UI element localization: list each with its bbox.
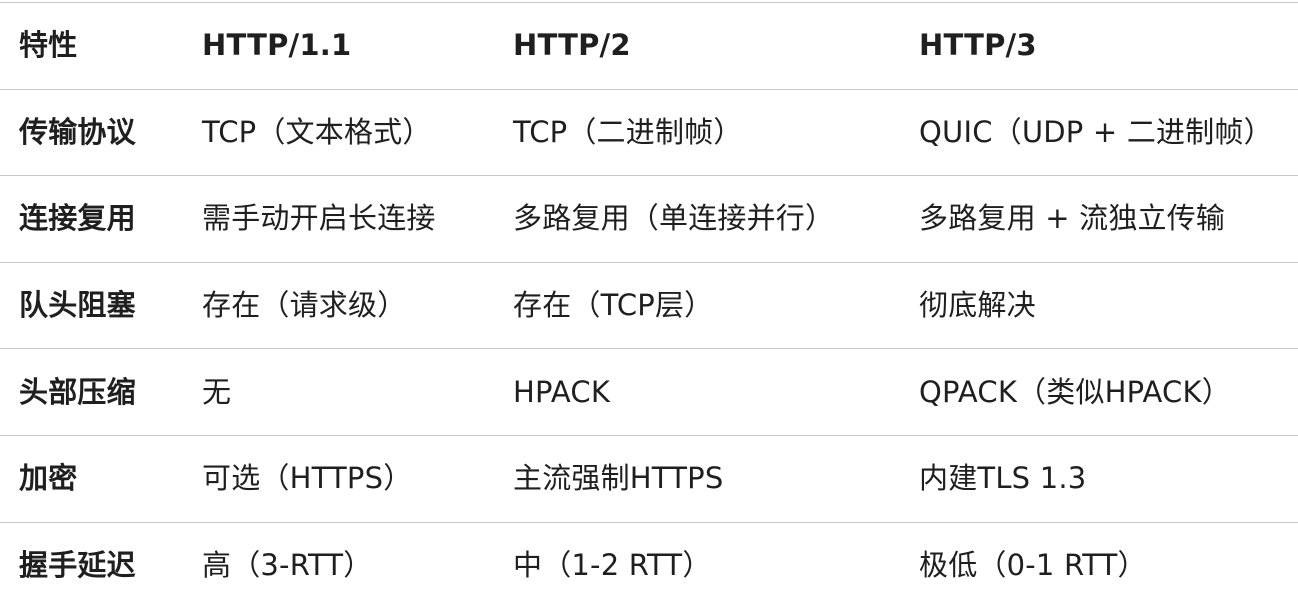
row-feature-cell: 握手延迟 [0,521,202,609]
table-row: 加密 可选（HTTPS） 主流强制HTTPS 内建TLS 1.3 [0,434,1298,523]
row-feature-cell: 头部压缩 [0,348,202,436]
http2-cell: 主流强制HTTPS [513,434,919,523]
http2-cell: 多路复用（单连接并行） [513,175,919,263]
http3-cell: 彻底解决 [919,261,1298,349]
row-feature-cell: 连接复用 [0,175,202,263]
http2-cell: 中（1-2 RTT） [513,521,919,609]
http2-cell: TCP（二进制帧） [513,88,919,176]
http1-cell: 存在（请求级） [202,261,513,349]
row-feature-cell: 加密 [0,434,202,523]
header-http3: HTTP/3 [919,2,1298,90]
row-feature-cell: 传输协议 [0,88,202,176]
header-feature: 特性 [0,2,202,90]
http3-cell: QPACK（类似HPACK） [919,348,1298,436]
header-http2: HTTP/2 [513,2,919,90]
http3-cell: QUIC（UDP + 二进制帧） [919,88,1298,176]
http1-cell: 无 [202,348,513,436]
http2-cell: 存在（TCP层） [513,261,919,349]
table-row: 连接复用 需手动开启长连接 多路复用（单连接并行） 多路复用 + 流独立传输 [0,175,1298,263]
http2-cell: HPACK [513,348,919,436]
table-header-row: 特性 HTTP/1.1 HTTP/2 HTTP/3 [0,2,1298,90]
table-row: 传输协议 TCP（文本格式） TCP（二进制帧） QUIC（UDP + 二进制帧… [0,88,1298,176]
http1-cell: TCP（文本格式） [202,88,513,176]
row-feature-cell: 队头阻塞 [0,261,202,349]
http3-cell: 内建TLS 1.3 [919,434,1298,523]
table-row: 握手延迟 高（3-RTT） 中（1-2 RTT） 极低（0-1 RTT） [0,521,1298,609]
http1-cell: 需手动开启长连接 [202,175,513,263]
http1-cell: 可选（HTTPS） [202,434,513,523]
table-row: 队头阻塞 存在（请求级） 存在（TCP层） 彻底解决 [0,261,1298,349]
http-comparison-table: 特性 HTTP/1.1 HTTP/2 HTTP/3 传输协议 TCP（文本格式）… [0,2,1298,609]
http1-cell: 高（3-RTT） [202,521,513,609]
http3-cell: 极低（0-1 RTT） [919,521,1298,609]
header-http1: HTTP/1.1 [202,2,513,90]
http3-cell: 多路复用 + 流独立传输 [919,175,1298,263]
table-row: 头部压缩 无 HPACK QPACK（类似HPACK） [0,348,1298,436]
